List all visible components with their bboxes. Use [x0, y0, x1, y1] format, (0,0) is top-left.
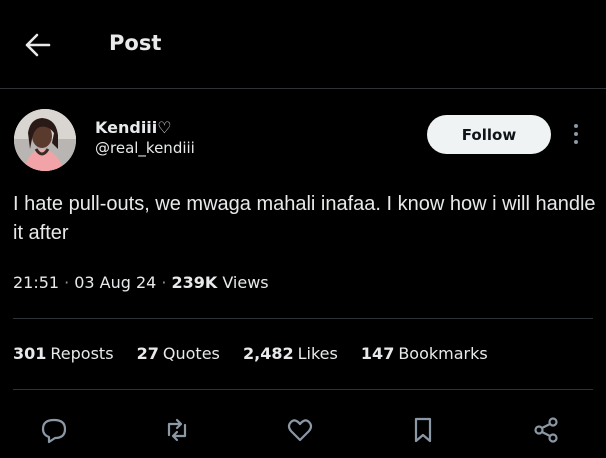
stat-count: 27 — [136, 344, 159, 363]
author-display-name[interactable]: Kendiii♡ — [95, 118, 172, 137]
meta-separator: · — [64, 273, 70, 292]
stat-count: 301 — [13, 344, 47, 363]
stat-label: Bookmarks — [398, 344, 488, 363]
repost-icon — [167, 418, 187, 442]
stat-reposts[interactable]: 301 Reposts — [13, 344, 114, 363]
like-icon — [287, 419, 313, 442]
stat-count: 2,482 — [242, 344, 294, 363]
repost-button[interactable] — [160, 413, 194, 447]
stat-bookmarks[interactable]: 147 Bookmarks — [361, 344, 488, 363]
stats-bottom-divider — [13, 389, 593, 390]
post-date[interactable]: 03 Aug 24 — [74, 273, 156, 292]
page-title: Post — [109, 31, 162, 55]
bookmark-icon — [414, 417, 432, 443]
header-divider — [0, 88, 606, 89]
engagement-stats: 301 Reposts 27 Quotes 2,482 Likes 147 Bookma… — [13, 344, 506, 363]
views-label: Views — [222, 273, 269, 292]
more-vertical-icon — [574, 124, 578, 144]
post-meta: 21:51 · 03 Aug 24 · 239K Views — [13, 273, 269, 292]
back-button[interactable] — [18, 26, 56, 64]
views-count: 239K — [171, 273, 218, 292]
stat-label: Quotes — [162, 344, 220, 363]
follow-button[interactable]: Follow — [427, 115, 551, 154]
reply-icon — [41, 418, 67, 444]
author-handle[interactable]: @real_kendiii — [95, 139, 195, 157]
stat-likes[interactable]: 2,482 Likes — [243, 344, 338, 363]
stat-count: 147 — [360, 344, 395, 363]
avatar[interactable] — [14, 109, 76, 171]
stats-top-divider — [13, 318, 593, 319]
share-button[interactable] — [529, 413, 563, 447]
like-button[interactable] — [283, 413, 317, 447]
post-text: I hate pull-outs, we mwaga mahali inafaa… — [13, 193, 596, 244]
share-icon — [534, 417, 558, 443]
stat-label: Reposts — [50, 344, 114, 363]
top-bar: Post — [0, 0, 606, 88]
reply-button[interactable] — [37, 413, 71, 447]
stat-quotes[interactable]: 27 Quotes — [137, 344, 220, 363]
meta-separator: · — [161, 273, 167, 292]
post-time[interactable]: 21:51 — [13, 273, 59, 292]
avatar-photo — [14, 109, 76, 171]
arrow-left-icon — [25, 33, 51, 57]
stat-label: Likes — [297, 344, 338, 363]
bookmark-button[interactable] — [406, 413, 440, 447]
more-options-button[interactable] — [566, 121, 586, 147]
